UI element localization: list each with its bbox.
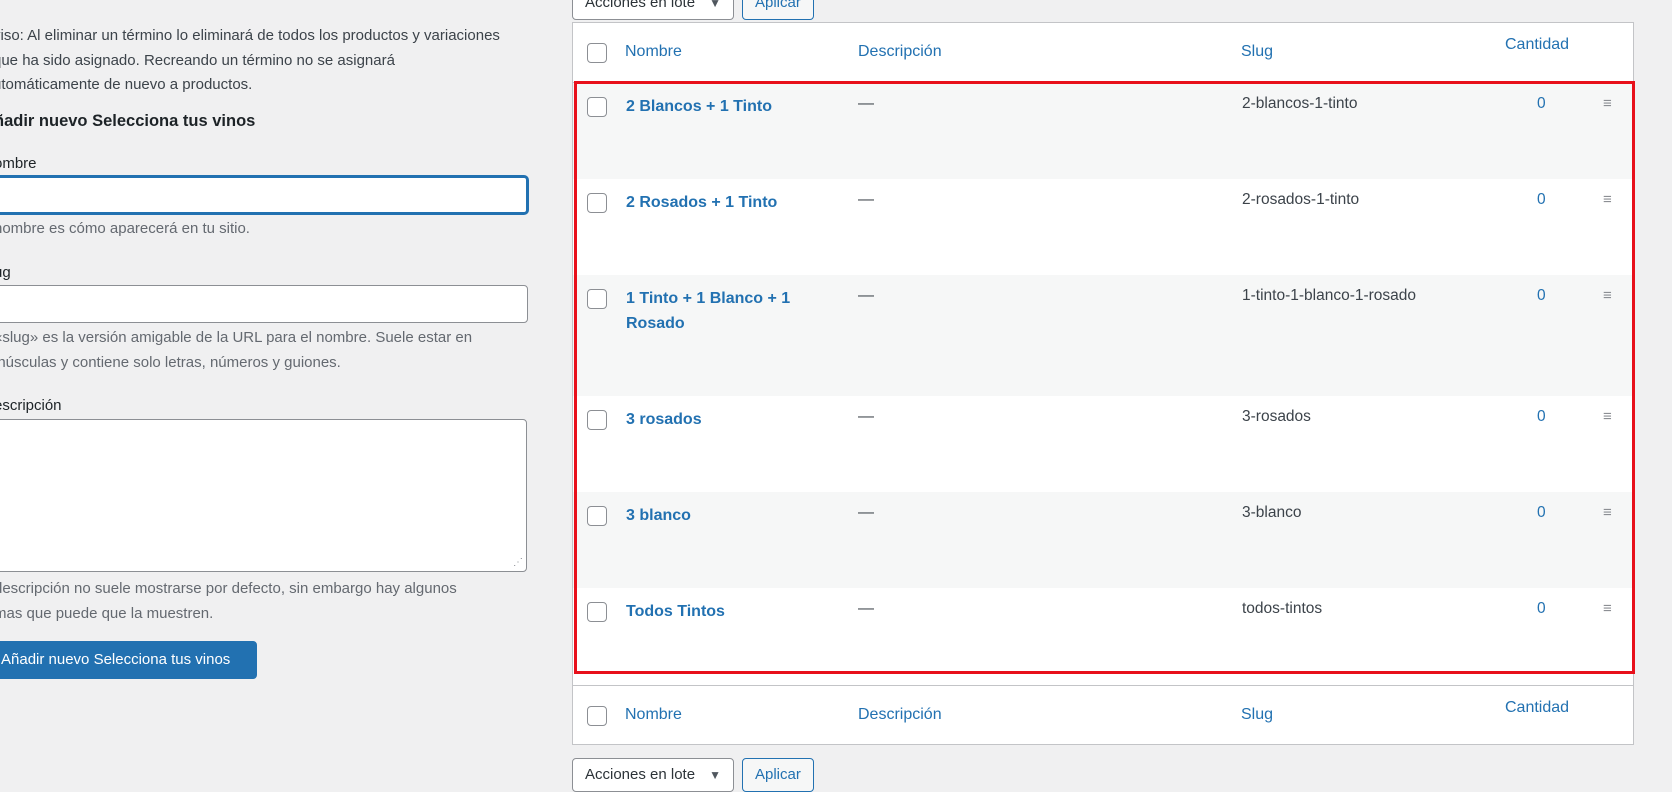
- drag-handle-icon[interactable]: ≡: [1603, 95, 1612, 112]
- row-checkbox[interactable]: [587, 410, 607, 430]
- term-description: —: [858, 191, 874, 208]
- bulk-actions-select-bottom[interactable]: Acciones en lote ▼: [572, 758, 734, 792]
- select-all-checkbox[interactable]: [587, 43, 607, 63]
- row-checkbox[interactable]: [587, 97, 607, 117]
- term-description: —: [858, 95, 874, 112]
- column-name-footer[interactable]: Nombre: [625, 706, 682, 724]
- drag-handle-icon[interactable]: ≡: [1603, 408, 1612, 425]
- apply-button[interactable]: Aplicar: [741, 0, 814, 20]
- term-count-link[interactable]: 0: [1537, 287, 1546, 305]
- term-slug: 3-rosados: [1242, 408, 1311, 425]
- description-help-line: descripción no suele mostrarse por defec…: [0, 580, 457, 597]
- column-count[interactable]: Cantidad: [1505, 36, 1569, 54]
- row-checkbox[interactable]: [587, 289, 607, 309]
- row-checkbox[interactable]: [587, 193, 607, 213]
- term-slug: 2-blancos-1-tinto: [1242, 95, 1358, 112]
- column-description[interactable]: Descripción: [858, 43, 942, 61]
- table-header: Nombre Descripción Slug Cantidad: [573, 23, 1633, 83]
- add-term-button[interactable]: Añadir nuevo Selecciona tus vinos: [0, 641, 257, 679]
- terms-table: Nombre Descripción Slug Cantidad 2 Blanc…: [572, 22, 1634, 745]
- term-count-link[interactable]: 0: [1537, 191, 1546, 209]
- term-name-link[interactable]: 2 Rosados + 1 Tinto: [626, 191, 816, 216]
- term-name-link[interactable]: Todos Tintos: [626, 600, 816, 625]
- bulk-actions-select-label: Acciones en lote: [585, 0, 696, 11]
- term-description: —: [858, 600, 874, 617]
- resize-grip-icon[interactable]: ⋰: [513, 558, 523, 568]
- top-bulk-actions: Acciones en lote ▼ Aplicar: [572, 0, 814, 20]
- term-count-link[interactable]: 0: [1537, 95, 1546, 113]
- term-count-link[interactable]: 0: [1537, 504, 1546, 522]
- column-count-footer[interactable]: Cantidad: [1505, 699, 1569, 717]
- select-all-checkbox-footer[interactable]: [587, 706, 607, 726]
- bulk-actions-select-label: Acciones en lote: [585, 766, 696, 783]
- apply-button-bottom[interactable]: Aplicar: [741, 758, 814, 792]
- drag-handle-icon[interactable]: ≡: [1603, 287, 1612, 304]
- drag-handle-icon[interactable]: ≡: [1603, 600, 1612, 617]
- term-slug: 2-rosados-1-tinto: [1242, 191, 1360, 208]
- name-help: nombre es cómo aparecerá en tu sitio.: [0, 220, 250, 237]
- term-count-link[interactable]: 0: [1537, 600, 1546, 618]
- description-help-line: mas que puede que la muestren.: [0, 604, 214, 622]
- description-help: descripción no suele mostrarse por defec…: [0, 577, 534, 626]
- column-slug-footer[interactable]: Slug: [1241, 706, 1273, 724]
- column-name[interactable]: Nombre: [625, 43, 682, 61]
- chevron-down-icon: ▼: [709, 0, 721, 10]
- term-name-link[interactable]: 2 Blancos + 1 Tinto: [626, 95, 816, 120]
- delete-notice: viso: Al eliminar un término lo eliminar…: [0, 24, 553, 98]
- term-name-link[interactable]: 3 blanco: [626, 504, 816, 529]
- term-description: —: [858, 408, 874, 425]
- bottom-bulk-actions: Acciones en lote ▼ Aplicar: [572, 758, 814, 792]
- table-row: 3 blanco — 3-blanco 0 ≡: [573, 492, 1633, 588]
- term-count-link[interactable]: 0: [1537, 408, 1546, 426]
- column-slug[interactable]: Slug: [1241, 43, 1273, 61]
- description-textarea[interactable]: ⋰: [0, 419, 527, 572]
- delete-notice-line: utomáticamente de nuevo a productos.: [0, 76, 253, 93]
- table-footer: Nombre Descripción Slug Cantidad: [573, 685, 1633, 745]
- slug-help: «slug» es la versión amigable de la URL …: [0, 326, 534, 375]
- drag-handle-icon[interactable]: ≡: [1603, 191, 1612, 208]
- table-row: 1 Tinto + 1 Blanco + 1 Rosado — 1-tinto-…: [573, 275, 1633, 396]
- slug-label: ug: [0, 264, 11, 281]
- table-row: Todos Tintos — todos-tintos 0 ≡: [573, 588, 1633, 685]
- name-label: ombre: [0, 155, 37, 172]
- slug-help-line: inúsculas y contiene solo letras, número…: [0, 353, 341, 371]
- column-description-footer[interactable]: Descripción: [858, 706, 942, 724]
- add-term-title: ñadir nuevo Selecciona tus vinos: [0, 112, 256, 130]
- description-label: escripción: [0, 397, 62, 414]
- row-checkbox[interactable]: [587, 506, 607, 526]
- table-row: 2 Rosados + 1 Tinto — 2-rosados-1-tinto …: [573, 179, 1633, 275]
- slug-input[interactable]: [0, 285, 528, 323]
- slug-help-line: «slug» es la versión amigable de la URL …: [0, 329, 473, 346]
- table-row: 2 Blancos + 1 Tinto — 2-blancos-1-tinto …: [573, 83, 1633, 179]
- delete-notice-line: viso: Al eliminar un término lo eliminar…: [0, 27, 500, 44]
- term-slug: 1-tinto-1-blanco-1-rosado: [1242, 287, 1417, 304]
- term-slug: 3-blanco: [1242, 504, 1302, 521]
- bulk-actions-select[interactable]: Acciones en lote ▼: [572, 0, 734, 20]
- name-input[interactable]: [0, 176, 528, 214]
- term-description: —: [858, 287, 874, 304]
- row-checkbox[interactable]: [587, 602, 607, 622]
- drag-handle-icon[interactable]: ≡: [1603, 504, 1612, 521]
- term-slug: todos-tintos: [1242, 600, 1323, 617]
- chevron-down-icon: ▼: [709, 768, 721, 782]
- table-row: 3 rosados — 3-rosados 0 ≡: [573, 396, 1633, 492]
- term-name-link[interactable]: 3 rosados: [626, 408, 816, 433]
- delete-notice-line: que ha sido asignado. Recreando un térmi…: [0, 51, 395, 69]
- term-name-link[interactable]: 1 Tinto + 1 Blanco + 1 Rosado: [626, 287, 816, 336]
- term-description: —: [858, 504, 874, 521]
